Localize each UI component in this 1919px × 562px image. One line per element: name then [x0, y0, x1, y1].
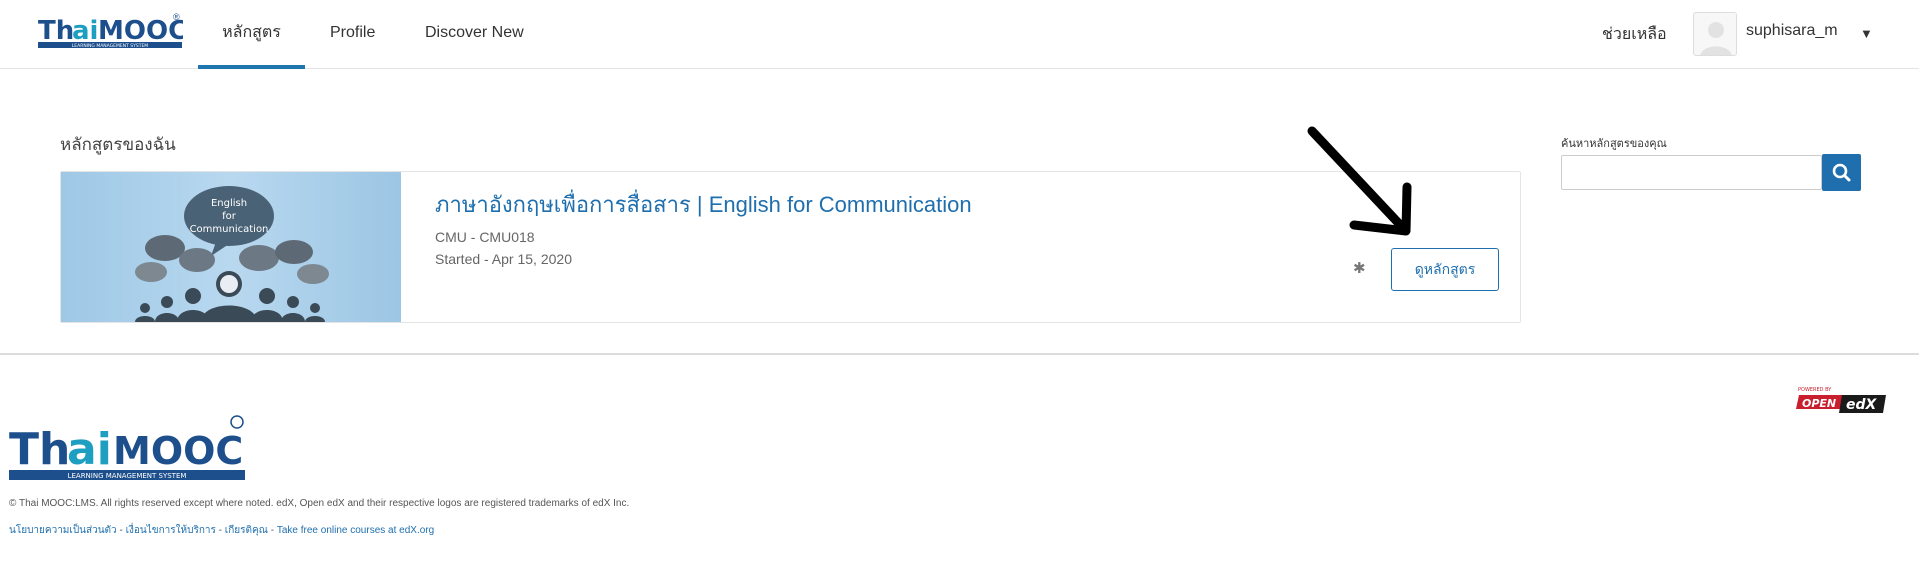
svg-text:ai: ai: [72, 16, 98, 46]
powered-by-small: POWERED BY: [1798, 387, 1832, 393]
annotation-arrow-icon: [1307, 126, 1412, 236]
course-title-link[interactable]: ภาษาอังกฤษเพื่อการสื่อสาร | English for …: [435, 187, 972, 222]
svg-text:Th: Th: [38, 16, 74, 46]
nav-profile[interactable]: Profile: [330, 0, 375, 69]
page-title: หลักสูตรของฉัน: [60, 135, 176, 154]
svg-text:LEARNING MANAGEMENT SYSTEM: LEARNING MANAGEMENT SYSTEM: [68, 472, 187, 480]
avatar[interactable]: [1693, 12, 1737, 56]
svg-text:Th: Th: [9, 424, 70, 475]
chevron-down-icon[interactable]: ▼: [1860, 26, 1873, 41]
footer-separator: -: [119, 525, 123, 536]
course-code: CMU - CMU018: [435, 229, 535, 245]
edx-link[interactable]: Take free online courses at edX.org: [277, 525, 434, 536]
thumbnail-text-3: Communication: [190, 224, 269, 235]
help-link[interactable]: ช่วยเหลือ: [1602, 22, 1667, 47]
search-input[interactable]: [1561, 155, 1822, 190]
svg-text:ai: ai: [67, 424, 112, 475]
footer-divider: [0, 353, 1919, 355]
svg-text:MOOC: MOOC: [113, 429, 243, 473]
footer-separator: -: [218, 525, 222, 536]
copyright-text: © Thai MOOC:LMS. All rights reserved exc…: [9, 498, 630, 509]
course-start-date: Started - Apr 15, 2020: [435, 251, 572, 267]
nav-courses[interactable]: หลักสูตร: [198, 0, 305, 69]
footer-separator: -: [270, 525, 275, 536]
search-label: ค้นหาหลักสูตรของคุณ: [1561, 138, 1667, 150]
thumbnail-text-1: English: [211, 198, 247, 209]
search-icon: [1832, 163, 1851, 182]
thumbnail-text-2: for: [222, 211, 237, 222]
powered-open: OPEN: [1802, 397, 1836, 410]
username-menu[interactable]: suphisara_m: [1746, 22, 1838, 40]
thai-mooc-logo[interactable]: Th ai MOOC LEARNING MANAGEMENT SYSTEM ®: [38, 11, 183, 51]
nav-discover-new[interactable]: Discover New: [425, 0, 524, 69]
footer-links: นโยบายความเป็นส่วนตัว - เงื่อนไขการให้บร…: [9, 523, 434, 538]
svg-text:MOOC: MOOC: [98, 16, 183, 46]
user-silhouette-icon: [1700, 22, 1732, 55]
view-course-button[interactable]: ดูหลักสูตร: [1391, 248, 1499, 291]
svg-text:®: ®: [173, 12, 180, 22]
honor-code-link[interactable]: เกียรติคุณ: [225, 525, 268, 536]
powered-by-openedx-logo[interactable]: POWERED BY OPEN edX: [1796, 385, 1888, 415]
top-header: Th ai MOOC LEARNING MANAGEMENT SYSTEM ® …: [0, 0, 1919, 69]
privacy-policy-link[interactable]: นโยบายความเป็นส่วนตัว: [9, 525, 117, 536]
terms-of-service-link[interactable]: เงื่อนไขการให้บริการ: [126, 525, 216, 536]
powered-edx: edX: [1846, 397, 1878, 413]
search-button[interactable]: [1822, 154, 1861, 191]
course-thumbnail[interactable]: English for Communication: [61, 172, 401, 322]
thai-mooc-footer-logo[interactable]: Th ai MOOC LEARNING MANAGEMENT SYSTEM: [9, 414, 249, 484]
gear-icon[interactable]: ✱: [1353, 259, 1366, 277]
svg-text:LEARNING MANAGEMENT SYSTEM: LEARNING MANAGEMENT SYSTEM: [72, 43, 149, 49]
